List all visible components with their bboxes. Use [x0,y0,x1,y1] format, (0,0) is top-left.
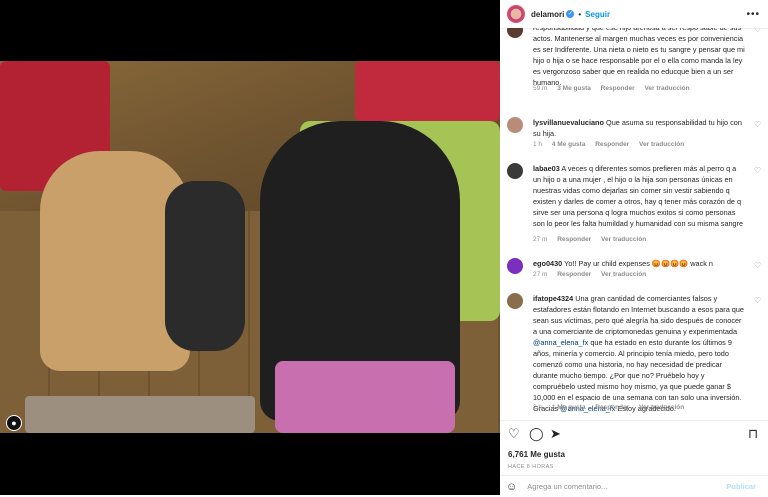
post-sidebar: delamori ✓ • Seguir ••• responsabilidad … [500,0,768,495]
send-icon[interactable]: ➤ [550,427,561,440]
comment-icon[interactable]: ◯ [529,427,544,440]
reply-button[interactable]: Responder [601,85,635,92]
bookmark-icon[interactable]: ⊓ [748,427,758,440]
comment-meta: 2 h 1 Me gusta Responder Ver traducción [533,404,692,411]
comment-username[interactable]: labae03 [533,164,560,173]
comment-text: ego0430 Yo!! Pay ur child expenses 😡😡😡😡 … [533,258,745,269]
comment-avatar[interactable] [507,258,523,274]
post-header: delamori ✓ • Seguir ••• [500,0,768,29]
photo-dog [165,181,245,351]
post-actions-bar: ♡ ◯ ➤ ⊓ 6,761 Me gusta HACE 8 HORAS ☺ Pu… [500,420,768,496]
likes-count[interactable]: 6,761 Me gusta [508,450,565,459]
comment-avatar[interactable] [507,293,523,309]
comment-avatar[interactable] [507,117,523,133]
translate-button[interactable]: Ver traducción [644,85,689,92]
post-photo[interactable] [0,61,500,433]
comment-body: Yo!! Pay ur child expenses 😡😡😡😡 wack n [564,259,713,268]
comment-username[interactable]: lysvillanuevaluciano [533,118,604,127]
comment-avatar[interactable] [507,28,523,38]
tagged-user-icon[interactable]: ● [6,415,22,431]
comment-text: lysvillanuevaluciano Que asuma su respon… [533,117,745,139]
translate-button[interactable]: Ver traducción [601,236,646,243]
photo-red-cushion-right [355,61,500,121]
comment-time: 59 m [533,85,548,92]
comment-username[interactable]: ifatope4324 [533,294,573,303]
comments-list[interactable]: responsabilidad y que ese hijo arenosa a… [500,28,768,420]
comment-likes[interactable]: 1 Me gusta [552,404,586,411]
heart-icon[interactable]: ♡ [508,427,520,440]
translate-button[interactable]: Ver traducción [639,404,684,411]
follow-button[interactable]: Seguir [585,10,610,19]
post-media: ● [0,0,500,495]
comment-meta: 59 m 3 Me gusta Responder Ver traducción [533,85,698,92]
comment-meta: 1 h 4 Me gusta Responder Ver traducción [533,141,692,148]
more-options-icon[interactable]: ••• [746,9,760,20]
comment-text: ifatope4324 Una gran cantidad de comerci… [533,293,745,414]
add-comment-bar: ☺ Publicar [500,475,768,497]
photo-floral-rug [275,361,455,433]
mention-link[interactable]: @anna_elena_fx [533,338,588,347]
comment-time: 1 h [533,141,543,148]
verified-badge-icon: ✓ [566,10,575,18]
emoji-icon[interactable]: ☺ [506,481,517,493]
comment-text: labae03 A veces q diferentes somos prefi… [533,163,745,229]
post-time: HACE 8 HORAS [508,464,554,470]
header-separator: • [578,9,582,19]
comment-like-heart-icon[interactable]: ♡ [754,121,762,129]
comment-meta: 27 m Responder Ver traducción [533,271,654,278]
comment-body: A veces q diferentes somos prefieren más… [533,164,744,228]
reply-button[interactable]: Responder [595,141,629,148]
translate-button[interactable]: Ver traducción [601,271,646,278]
comment-avatar[interactable] [507,163,523,179]
publish-button[interactable]: Publicar [726,482,756,491]
translate-button[interactable]: Ver traducción [639,141,684,148]
add-comment-input[interactable] [525,481,700,492]
comment-likes[interactable]: 3 Me gusta [557,85,591,92]
comment-meta: 27 m Responder Ver traducción [533,236,654,243]
comment-like-heart-icon[interactable]: ♡ [754,167,762,175]
comment-time: 27 m [533,271,548,278]
author-avatar[interactable] [507,5,525,23]
photo-wood-log [25,396,255,433]
comment-like-heart-icon[interactable]: ♡ [754,297,762,305]
reply-button[interactable]: Responder [557,236,591,243]
reply-button[interactable]: Responder [557,271,591,278]
reply-button[interactable]: Responder [595,404,629,411]
comment-likes[interactable]: 4 Me gusta [552,141,586,148]
comment-username[interactable]: ego0430 [533,259,562,268]
author-username[interactable]: delamori [531,10,564,19]
comment-like-heart-icon[interactable]: ♡ [754,262,762,270]
comment-text: responsabilidad y que ese hijo arenosa a… [533,28,745,87]
comment-time: 2 h [533,404,543,411]
comment-body: que ha estado en esto durante los último… [533,338,742,413]
comment-time: 27 m [533,236,548,243]
comment-like-heart-icon[interactable]: ♡ [754,28,762,34]
